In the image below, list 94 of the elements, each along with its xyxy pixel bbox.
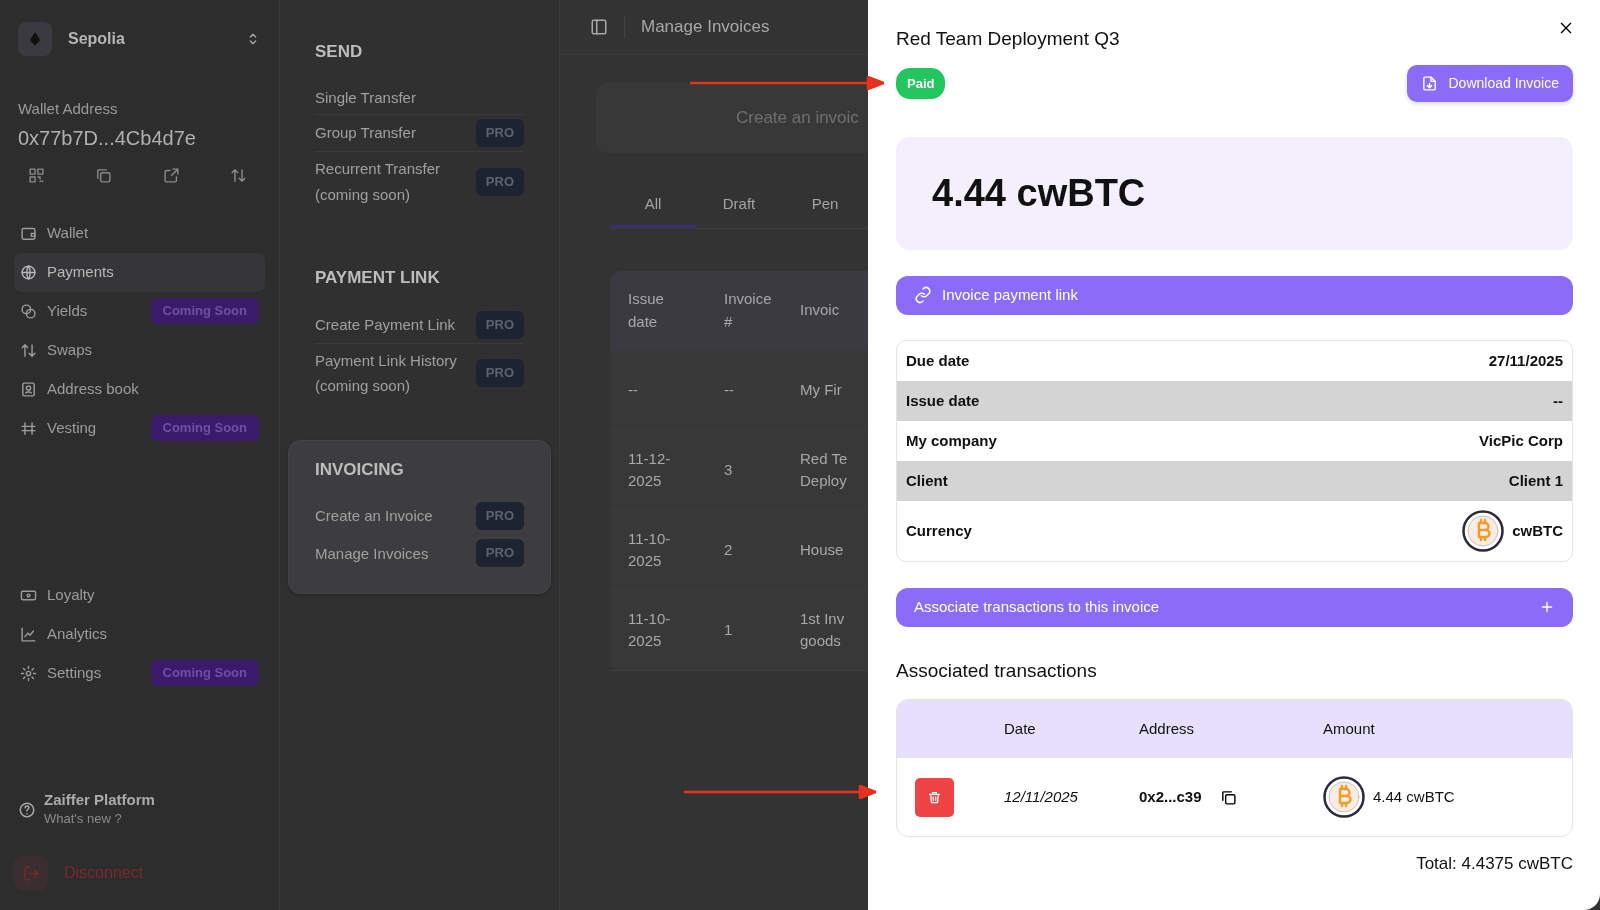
download-invoice-button[interactable]: Download Invoice [1407, 64, 1573, 102]
column-header: Address [1139, 719, 1196, 740]
trash-icon [927, 789, 942, 805]
pro-badge: PRO [475, 502, 524, 531]
line-chart-icon [20, 625, 37, 643]
link-icon [914, 286, 932, 305]
menu-link[interactable]: Create Payment Link [315, 311, 456, 338]
swap-icon[interactable] [230, 166, 247, 184]
amount-value: 4.44 cwBTC [932, 170, 1146, 216]
table-cell-text: 1 [723, 619, 734, 640]
section-title: INVOICING [315, 458, 405, 481]
sidebar-toggle-icon[interactable] [590, 18, 608, 36]
pro-badge: PRO [475, 539, 524, 568]
file-download-icon [1421, 74, 1439, 92]
detail-value: -- [1553, 390, 1563, 411]
copy-icon[interactable] [95, 166, 113, 184]
column-header: Issue date [627, 289, 665, 332]
table-cell-text: -- [627, 379, 639, 400]
help-icon [18, 801, 36, 819]
platform-name: Zaiffer Platform [44, 792, 155, 809]
column-header: Invoic [800, 300, 841, 321]
detail-label: Due date [906, 350, 970, 371]
status-badge: Paid [896, 67, 946, 100]
table-cell-text: House [800, 539, 845, 560]
table-cell-text: 12/11/2025 [1004, 787, 1079, 808]
detail-value: VicPic Corp [1479, 430, 1563, 451]
section-heading: Associated transactions [896, 658, 1098, 683]
table-cell-text: 3 [723, 459, 734, 480]
network-name: Sepolia [68, 29, 125, 49]
column-header: Invoice # [723, 289, 773, 332]
settings-icon [20, 664, 37, 682]
menu-link[interactable]: Payment Link History (coming soon) [315, 347, 465, 399]
detail-value: 27/11/2025 [1488, 350, 1563, 371]
logout-icon [22, 864, 40, 882]
pro-badge: PRO [475, 359, 524, 388]
menu-link[interactable]: Create an Invoice [315, 503, 433, 529]
payment-link-button[interactable]: Invoice payment link [896, 275, 1573, 315]
contact-book-icon [20, 380, 37, 398]
create-invoice-text: Create an invoic [736, 107, 859, 130]
table-cell-text: 2 [723, 539, 734, 560]
table-cell-text: 1st Inv goods [800, 608, 846, 651]
sidebar-item[interactable]: Analytics [14, 614, 265, 654]
tab[interactable]: Pen [782, 183, 868, 228]
wallet-label: Wallet Address [17, 99, 119, 119]
external-link-icon[interactable] [162, 166, 180, 184]
tab[interactable]: All [610, 183, 696, 228]
diamond-icon [28, 30, 42, 48]
menu-link[interactable]: Recurrent Transfer (coming soon) [315, 156, 465, 208]
table-cell-text: 4.44 cwBTC [1373, 787, 1455, 808]
pro-badge: PRO [475, 310, 524, 339]
sidebar-item[interactable]: Wallet [14, 213, 265, 253]
associate-transactions-button[interactable]: Associate transactions to this invoice [896, 587, 1573, 627]
table-cell-text: 0x2...c39 [1139, 787, 1202, 808]
table-cell-text: 11-10- 2025 [627, 528, 672, 571]
page-title: Manage Invoices [641, 16, 770, 39]
wallet-address: 0x77b7D...4Cb4d7e [17, 125, 197, 151]
table-cell-text: -- [723, 379, 735, 400]
menu-link[interactable]: Manage Invoices [315, 540, 429, 567]
section-title: SEND [315, 41, 364, 63]
bitcoin-icon [1323, 776, 1365, 819]
detail-label: Issue date [906, 390, 980, 411]
tab[interactable]: Draft [696, 183, 782, 228]
table-cell-text: My Fir [800, 379, 843, 400]
table-cell-text: Red Te Deploy [800, 448, 849, 491]
sidebar-item[interactable]: Address book [14, 369, 265, 409]
sidebar-item[interactable]: Payments [14, 252, 265, 292]
pro-badge: PRO [475, 167, 524, 196]
section-title: PAYMENT LINK [315, 267, 441, 290]
column-header: Amount [1323, 719, 1376, 740]
copy-icon [1219, 788, 1237, 806]
sidebar-item[interactable]: Loyalty [14, 575, 265, 615]
detail-label: Currency [906, 520, 972, 541]
hash-icon [20, 419, 37, 437]
circles-icon [20, 302, 37, 320]
qr-code-icon[interactable] [28, 166, 45, 184]
detail-value: Client 1 [1508, 470, 1563, 491]
close-icon [1558, 20, 1574, 36]
arrows-icon [20, 341, 37, 359]
whats-new-link[interactable]: What's new ? [44, 808, 155, 828]
detail-value: cwBTC [1512, 520, 1563, 541]
invoice-title: Red Team Deployment Q3 [896, 28, 1121, 51]
delete-button[interactable] [915, 777, 954, 817]
menu-link[interactable]: Group Transfer [315, 120, 416, 146]
menu-link[interactable]: Single Transfer [315, 84, 416, 110]
globe-icon [20, 263, 37, 281]
column-header: Date [1004, 719, 1037, 740]
sidebar-item[interactable]: Swaps [14, 330, 265, 370]
detail-label: My company [906, 430, 997, 451]
pro-badge: PRO [475, 119, 524, 148]
detail-label: Client [906, 470, 948, 491]
bitcoin-icon [1462, 509, 1505, 552]
table-cell-text: 11-12- 2025 [627, 448, 672, 491]
total-amount: Total: 4.4375 cwBTC [1415, 853, 1573, 876]
table-cell-text: 11-10- 2025 [627, 608, 672, 651]
